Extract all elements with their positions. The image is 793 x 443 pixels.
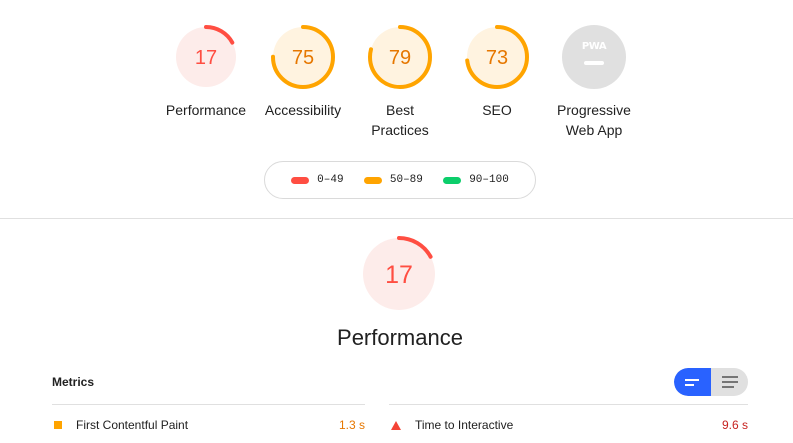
gauge-pwa[interactable]: PWA Progressive Web App [544,24,644,140]
performance-gauge: 17 [359,234,439,314]
legend-range: 90–100 [469,174,509,186]
gauge-label: Accessibility [264,102,342,118]
metric-label: Time to Interactive [415,418,514,432]
gauge-score: 75 [292,47,314,69]
gauge-seo[interactable]: 73 SEO [447,24,547,120]
section-divider [0,218,793,219]
gauge-ring: 75 [271,25,335,89]
category-gauges: 17 Performance 75 Accessibility 79 Best … [0,24,793,144]
score-legend: 0–49 50–89 90–100 [264,161,536,199]
metrics-view-toggle[interactable] [674,368,748,396]
legend-item-average: 50–89 [363,174,423,186]
gauge-label: Progressive Web App [557,102,631,138]
compact-view-button[interactable] [674,368,711,396]
pwa-badge-text: PWA [582,41,607,52]
metrics-divider-right [389,404,748,405]
gauge-label: Best Practices [371,102,429,138]
pwa-badge-icon: PWA [562,25,626,89]
gauge-best-practices[interactable]: 79 Best Practices [350,24,450,140]
fail-triangle-icon [391,420,401,430]
legend-swatch [363,176,382,184]
gauge-score: 79 [389,47,411,69]
gauge-ring: 73 [465,25,529,89]
gauge-label: Performance [165,102,247,118]
metric-value: 1.3 s [338,418,365,432]
performance-score: 17 [385,261,413,289]
legend-item-fail: 0–49 [291,174,344,186]
metric-label: First Contentful Paint [76,418,189,432]
metric-value: 9.6 s [721,418,748,432]
gauge-accessibility[interactable]: 75 Accessibility [253,24,353,120]
expanded-view-button[interactable] [711,368,748,396]
gauge-ring: 79 [368,25,432,89]
page-title: Performance [337,325,463,350]
legend-range: 0–49 [317,174,344,186]
gauge-score: 17 [195,47,217,69]
metrics-divider-left [52,404,365,405]
average-square-icon [54,421,62,429]
metric-first-contentful-paint: First Contentful Paint [54,418,188,432]
legend-item-pass: 90–100 [443,174,509,186]
expanded-view-icon [721,376,738,388]
compact-view-icon [684,379,699,386]
legend-swatch [443,176,462,184]
legend-range: 50–89 [389,174,423,186]
metrics-heading: Metrics [52,375,95,389]
gauge-label: SEO [482,102,512,118]
gauge-performance[interactable]: 17 Performance [156,24,256,120]
gauge-score: 73 [486,47,508,69]
gauge-ring: 17 [174,25,238,89]
metric-time-to-interactive: Time to Interactive [391,418,513,432]
legend-swatch [291,176,310,184]
gauge-ring: 17 [361,236,437,312]
